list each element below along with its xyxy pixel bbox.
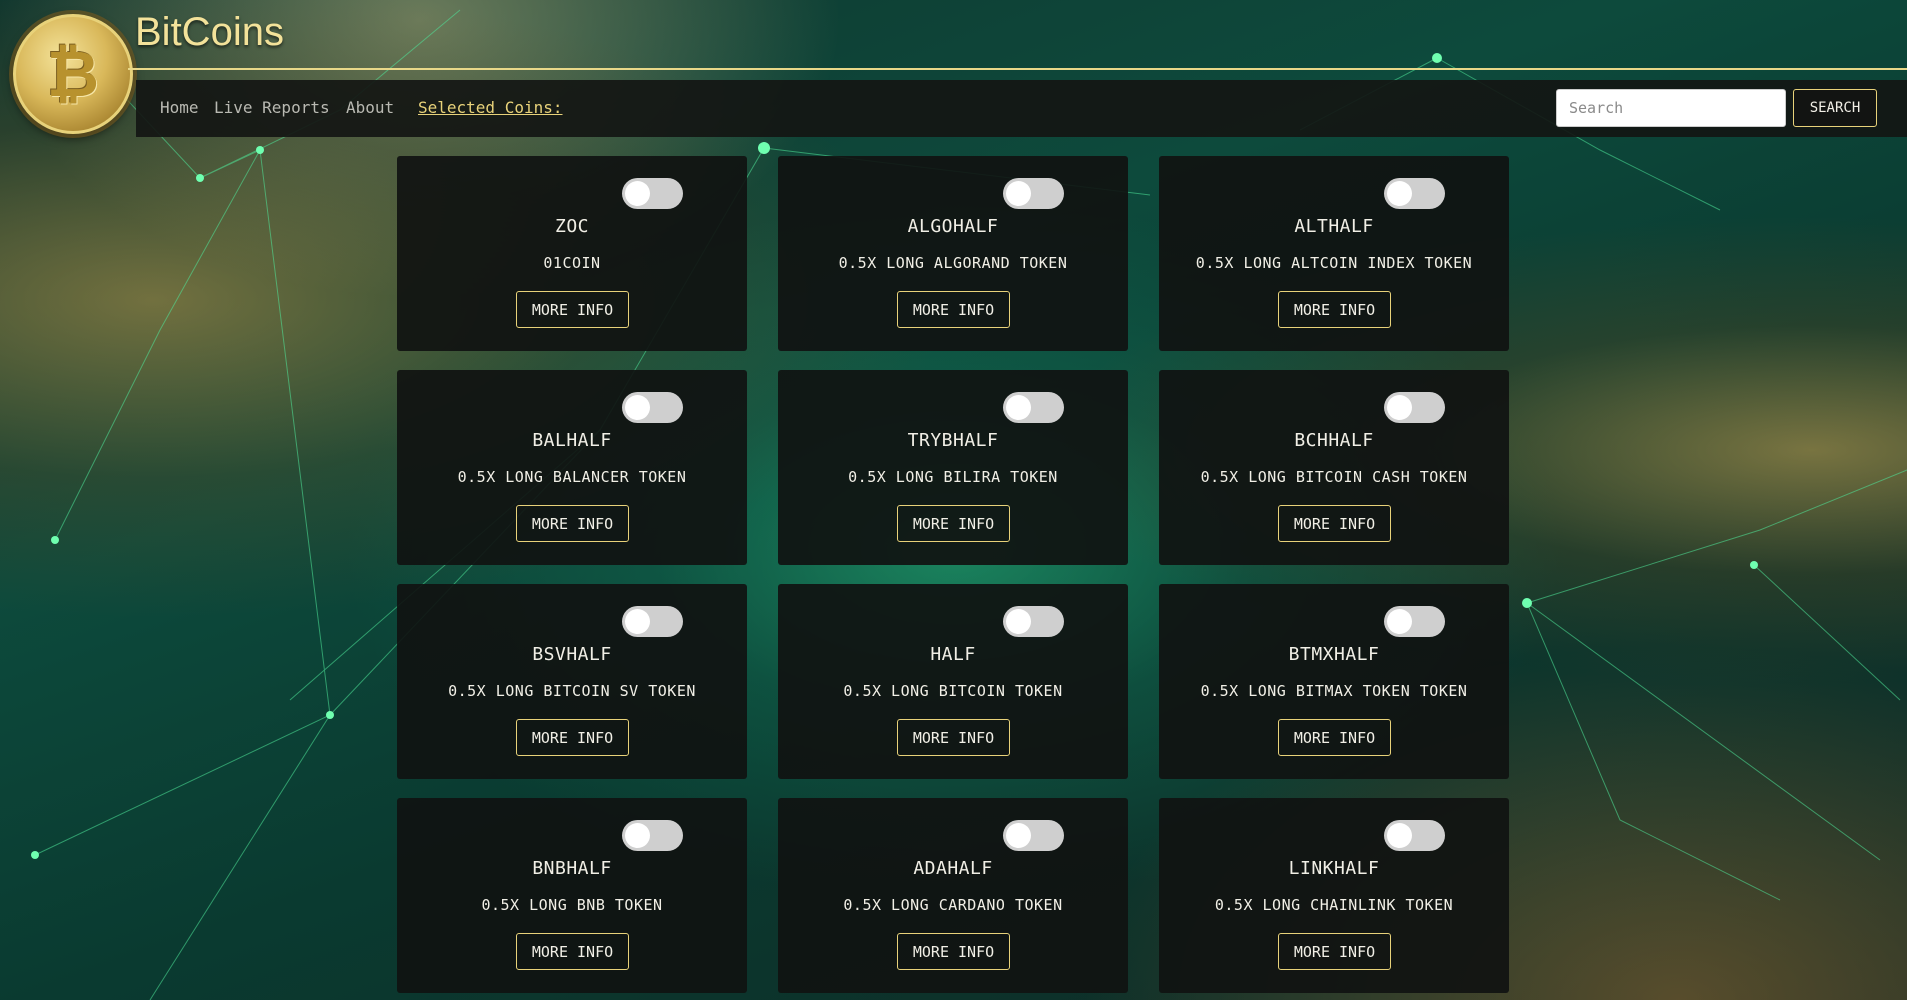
coin-symbol: BTMXHALF — [1288, 644, 1380, 665]
toggle-knob — [1387, 823, 1412, 848]
toggle-knob — [1387, 395, 1412, 420]
more-info-button[interactable]: MORE INFO — [1278, 719, 1391, 756]
more-info-button[interactable]: MORE INFO — [1278, 933, 1391, 970]
select-coin-toggle[interactable] — [622, 606, 683, 637]
more-info-button[interactable]: MORE INFO — [897, 505, 1010, 542]
coin-symbol: BSVHALF — [532, 644, 612, 665]
coin-symbol: ZOC — [554, 216, 589, 237]
header-divider — [128, 68, 1907, 70]
coin-name: 0.5X LONG BNB TOKEN — [481, 896, 663, 914]
more-info-button[interactable]: MORE INFO — [516, 505, 629, 542]
more-info-button[interactable]: MORE INFO — [1278, 505, 1391, 542]
coin-card: BNBHALF 0.5X LONG BNB TOKEN MORE INFO — [397, 798, 747, 993]
coin-symbol: TRYBHALF — [907, 430, 999, 451]
toggle-knob — [1006, 823, 1031, 848]
toggle-knob — [1387, 181, 1412, 206]
search-button[interactable]: SEARCH — [1793, 89, 1877, 127]
coin-name: 0.5X LONG BITCOIN SV TOKEN — [448, 682, 696, 700]
toggle-knob — [625, 395, 650, 420]
coin-card-grid: ZOC 01COIN MORE INFO ALGOHALF 0.5X LONG … — [397, 156, 1510, 993]
coin-card: BALHALF 0.5X LONG BALANCER TOKEN MORE IN… — [397, 370, 747, 565]
coin-card: LINKHALF 0.5X LONG CHAINLINK TOKEN MORE … — [1159, 798, 1509, 993]
coin-name: 01COIN — [543, 254, 601, 272]
coin-symbol: LINKHALF — [1288, 858, 1380, 879]
coin-card: BSVHALF 0.5X LONG BITCOIN SV TOKEN MORE … — [397, 584, 747, 779]
toggle-knob — [625, 181, 650, 206]
coin-card: ALTHALF 0.5X LONG ALTCOIN INDEX TOKEN MO… — [1159, 156, 1509, 351]
coin-card: ZOC 01COIN MORE INFO — [397, 156, 747, 351]
select-coin-toggle[interactable] — [622, 392, 683, 423]
coin-name: 0.5X LONG CARDANO TOKEN — [843, 896, 1063, 914]
more-info-button[interactable]: MORE INFO — [516, 291, 629, 328]
more-info-button[interactable]: MORE INFO — [897, 933, 1010, 970]
more-info-button[interactable]: MORE INFO — [516, 933, 629, 970]
bitcoin-logo-glyph: ₿ — [46, 38, 100, 110]
nav-about-link[interactable]: About — [346, 98, 394, 117]
toggle-knob — [1387, 609, 1412, 634]
brand-title[interactable]: BitCoins — [135, 10, 284, 55]
coin-name: 0.5X LONG ALTCOIN INDEX TOKEN — [1195, 254, 1473, 272]
more-info-button[interactable]: MORE INFO — [897, 719, 1010, 756]
selected-coins-link[interactable]: Selected Coins: — [418, 98, 563, 117]
select-coin-toggle[interactable] — [622, 820, 683, 851]
coin-card: BTMXHALF 0.5X LONG BITMAX TOKEN TOKEN MO… — [1159, 584, 1509, 779]
coin-symbol: HALF — [930, 644, 976, 665]
coin-name: 0.5X LONG ALGORAND TOKEN — [838, 254, 1068, 272]
toggle-knob — [1006, 609, 1031, 634]
coin-card: ALGOHALF 0.5X LONG ALGORAND TOKEN MORE I… — [778, 156, 1128, 351]
select-coin-toggle[interactable] — [1384, 178, 1445, 209]
coin-name: 0.5X LONG BITCOIN CASH TOKEN — [1200, 468, 1468, 486]
coin-name: 0.5X LONG BALANCER TOKEN — [457, 468, 687, 486]
coin-symbol: BNBHALF — [532, 858, 612, 879]
coin-name: 0.5X LONG BITMAX TOKEN TOKEN — [1200, 682, 1468, 700]
nav-live-reports-link[interactable]: Live Reports — [214, 98, 330, 117]
toggle-knob — [1006, 181, 1031, 206]
coin-symbol: ALTHALF — [1294, 216, 1374, 237]
toggle-knob — [625, 823, 650, 848]
select-coin-toggle[interactable] — [622, 178, 683, 209]
more-info-button[interactable]: MORE INFO — [516, 719, 629, 756]
select-coin-toggle[interactable] — [1384, 606, 1445, 637]
coin-name: 0.5X LONG BILIRA TOKEN — [848, 468, 1058, 486]
more-info-button[interactable]: MORE INFO — [897, 291, 1010, 328]
nav-home-link[interactable]: Home — [160, 98, 199, 117]
bitcoin-logo[interactable]: ₿ — [13, 14, 133, 134]
select-coin-toggle[interactable] — [1384, 820, 1445, 851]
coin-card: HALF 0.5X LONG BITCOIN TOKEN MORE INFO — [778, 584, 1128, 779]
select-coin-toggle[interactable] — [1384, 392, 1445, 423]
coin-symbol: BCHHALF — [1294, 430, 1374, 451]
select-coin-toggle[interactable] — [1003, 178, 1064, 209]
select-coin-toggle[interactable] — [1003, 606, 1064, 637]
coin-symbol: ALGOHALF — [907, 216, 999, 237]
search-input[interactable] — [1556, 89, 1786, 127]
coin-name: 0.5X LONG CHAINLINK TOKEN — [1214, 896, 1454, 914]
coin-card: ADAHALF 0.5X LONG CARDANO TOKEN MORE INF… — [778, 798, 1128, 993]
toggle-knob — [625, 609, 650, 634]
coin-symbol: ADAHALF — [913, 858, 993, 879]
select-coin-toggle[interactable] — [1003, 392, 1064, 423]
coin-name: 0.5X LONG BITCOIN TOKEN — [843, 682, 1063, 700]
toggle-knob — [1006, 395, 1031, 420]
coin-card: TRYBHALF 0.5X LONG BILIRA TOKEN MORE INF… — [778, 370, 1128, 565]
more-info-button[interactable]: MORE INFO — [1278, 291, 1391, 328]
select-coin-toggle[interactable] — [1003, 820, 1064, 851]
coin-card: BCHHALF 0.5X LONG BITCOIN CASH TOKEN MOR… — [1159, 370, 1509, 565]
coin-symbol: BALHALF — [532, 430, 612, 451]
